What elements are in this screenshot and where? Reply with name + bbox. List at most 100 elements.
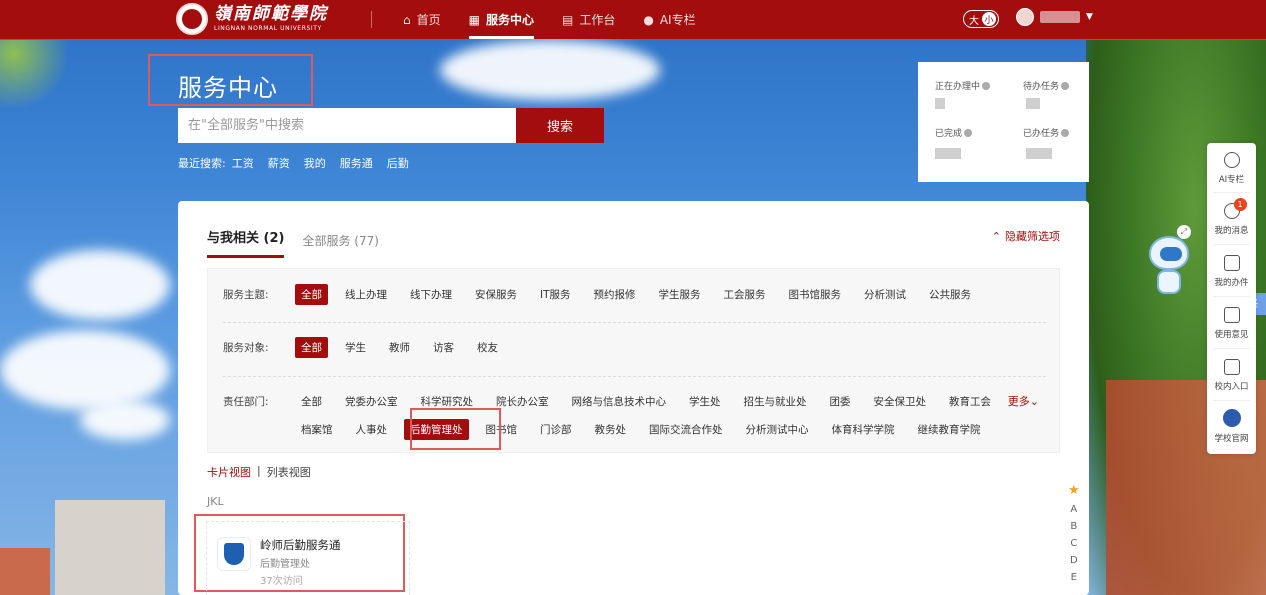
filter-chip[interactable]: 安保服务	[469, 284, 523, 305]
filter-chip[interactable]: 教育工会	[943, 391, 997, 412]
toolbar-label: 我的办件	[1214, 278, 1249, 288]
tab-all-services[interactable]: 全部服务 (77)	[302, 232, 378, 258]
font-size-toggle[interactable]: 大 小	[963, 10, 999, 28]
service-card[interactable]: 岭师后勤服务通 后勤管理处 37次访问	[206, 521, 410, 595]
filter-chip[interactable]: 学生	[339, 337, 372, 358]
more-departments-button[interactable]: 更多⌄	[1008, 393, 1039, 409]
robot-assistant-icon[interactable]	[1145, 236, 1193, 296]
message-count-badge: 1	[1233, 198, 1247, 211]
recent-term[interactable]: 工资	[232, 155, 254, 171]
filter-chip[interactable]: 学生处	[683, 391, 727, 412]
stat-todo[interactable]: 待办任务	[1023, 79, 1070, 92]
stat-todo-value-redacted	[1026, 98, 1040, 109]
avatar	[1016, 8, 1034, 26]
alpha-index-letter[interactable]: D	[1070, 555, 1078, 566]
toolbar-divider	[1213, 348, 1250, 349]
service-list-panel: 与我相关 (2) 全部服务 (77) ⌃ 隐藏筛选项 服务主题: 全部 线上办理…	[178, 201, 1089, 595]
document-icon	[1223, 255, 1240, 271]
filter-chip[interactable]: 档案馆	[295, 419, 339, 440]
stat-handled[interactable]: 已办任务	[1023, 126, 1070, 139]
toolbar-ai-column[interactable]: AI专栏	[1207, 152, 1256, 185]
chevron-up-icon: ⌃	[991, 229, 1001, 243]
stat-in-progress-value-redacted	[935, 98, 945, 109]
filter-chip[interactable]: 门诊部	[534, 419, 578, 440]
stat-in-progress[interactable]: 正在办理中	[935, 79, 991, 92]
service-visit-count: 37次访问	[260, 576, 303, 587]
filter-chip[interactable]: 安全保卫处	[868, 391, 933, 412]
recent-searches: 最近搜索: 工资 薪资 我的 服务通 后勤	[178, 155, 409, 171]
nav-workbench[interactable]: ▤ 工作台	[562, 0, 615, 39]
desk-icon: ▤	[562, 12, 574, 27]
toolbar-school-website[interactable]: 学校官网	[1207, 409, 1256, 444]
university-seal-icon	[176, 3, 208, 35]
filter-chip[interactable]: 工会服务	[718, 284, 772, 305]
info-icon	[964, 129, 973, 137]
toolbar-label: 使用意见	[1214, 330, 1249, 340]
alpha-index-letter[interactable]: A	[1070, 504, 1077, 515]
university-logo[interactable]: 嶺南師範學院 LINGNAN NORMAL UNIVERSITY	[176, 3, 328, 35]
filter-chip[interactable]: 教务处	[589, 419, 633, 440]
filter-chip[interactable]: 继续教育学院	[912, 419, 987, 440]
alpha-index-letter[interactable]: B	[1070, 521, 1077, 532]
filter-chip[interactable]: 网络与信息技术中心	[566, 391, 673, 412]
filter-chip[interactable]: 分析测试	[858, 284, 912, 305]
floating-toolbar: AI专栏 1 我的消息 我的办件 使用意见 校内入口 学校官网	[1207, 143, 1256, 454]
user-menu[interactable]: ▼	[1016, 8, 1093, 26]
background-building	[55, 500, 165, 595]
filter-divider	[223, 376, 1046, 377]
filter-chip[interactable]: IT服务	[534, 284, 577, 305]
hide-filter-toggle[interactable]: ⌃ 隐藏筛选项	[992, 228, 1060, 244]
stat-todo-label: 待办任务	[1023, 82, 1060, 92]
filter-chip[interactable]: 教师	[383, 337, 416, 358]
filter-chip[interactable]: 线下办理	[404, 284, 458, 305]
alpha-index-letter[interactable]: C	[1070, 538, 1077, 549]
filter-chip[interactable]: 访客	[427, 337, 460, 358]
recent-term[interactable]: 薪资	[268, 155, 290, 171]
nav-home[interactable]: ⌂ 首页	[403, 0, 441, 39]
filter-target-label: 服务对象:	[223, 342, 269, 354]
alpha-index-letter[interactable]: E	[1071, 572, 1077, 583]
filter-chip[interactable]: 团委	[824, 391, 857, 412]
filter-chip[interactable]: 体育科学学院	[826, 419, 901, 440]
toolbar-messages[interactable]: 1 我的消息	[1207, 198, 1256, 236]
filter-chip[interactable]: 图书馆服务	[783, 284, 848, 305]
toolbar-my-cases[interactable]: 我的办件	[1207, 255, 1256, 288]
filter-row-department: 责任部门: 全部 党委办公室 科学研究处 院长办公室 网络与信息技术中心 学生处…	[223, 391, 1008, 412]
nav-ai-column[interactable]: ● AI专栏	[643, 0, 695, 39]
font-large-label: 大	[969, 15, 979, 27]
hide-filter-label: 隐藏筛选项	[1005, 230, 1060, 243]
nav-ai-column-label: AI专栏	[659, 13, 696, 27]
card-view-toggle[interactable]: 卡片视图	[207, 464, 251, 480]
filter-chip[interactable]: 公共服务	[923, 284, 977, 305]
filter-chip[interactable]: 人事处	[350, 419, 394, 440]
filter-chip[interactable]: 分析测试中心	[740, 419, 815, 440]
filter-chip[interactable]: 校友	[471, 337, 504, 358]
info-icon	[1061, 129, 1070, 137]
search-button[interactable]: 搜索	[516, 108, 604, 143]
toolbar-campus-entry[interactable]: 校内入口	[1207, 359, 1256, 392]
user-name-redacted	[1040, 11, 1080, 23]
star-icon[interactable]: ★	[1068, 483, 1080, 498]
filter-department-label: 责任部门:	[223, 396, 269, 408]
filter-chip[interactable]: 全部	[295, 337, 328, 358]
filter-chip[interactable]: 线上办理	[339, 284, 393, 305]
toolbar-divider	[1213, 244, 1250, 245]
filter-chip[interactable]: 预约报修	[588, 284, 642, 305]
recent-term[interactable]: 后勤	[387, 155, 409, 171]
recent-term[interactable]: 我的	[304, 155, 326, 171]
background-building	[0, 548, 50, 595]
nav-service-center[interactable]: ▦ 服务中心	[468, 0, 535, 39]
filter-chip[interactable]: 全部	[295, 391, 328, 412]
toolbar-feedback[interactable]: 使用意见	[1207, 307, 1256, 340]
search-input[interactable]	[178, 108, 517, 143]
filter-chip[interactable]: 学生服务	[653, 284, 707, 305]
filter-chip[interactable]: 党委办公室	[339, 391, 404, 412]
list-view-toggle[interactable]: 列表视图	[267, 464, 311, 480]
filter-chip[interactable]: 全部	[295, 284, 328, 305]
filter-chip[interactable]: 国际交流合作处	[643, 419, 729, 440]
filter-chip[interactable]: 招生与就业处	[738, 391, 813, 412]
recent-term[interactable]: 服务通	[340, 155, 373, 171]
stat-done[interactable]: 已完成	[935, 126, 973, 139]
tab-related-to-me[interactable]: 与我相关 (2)	[207, 227, 285, 258]
nav-service-center-label: 服务中心	[485, 13, 534, 27]
